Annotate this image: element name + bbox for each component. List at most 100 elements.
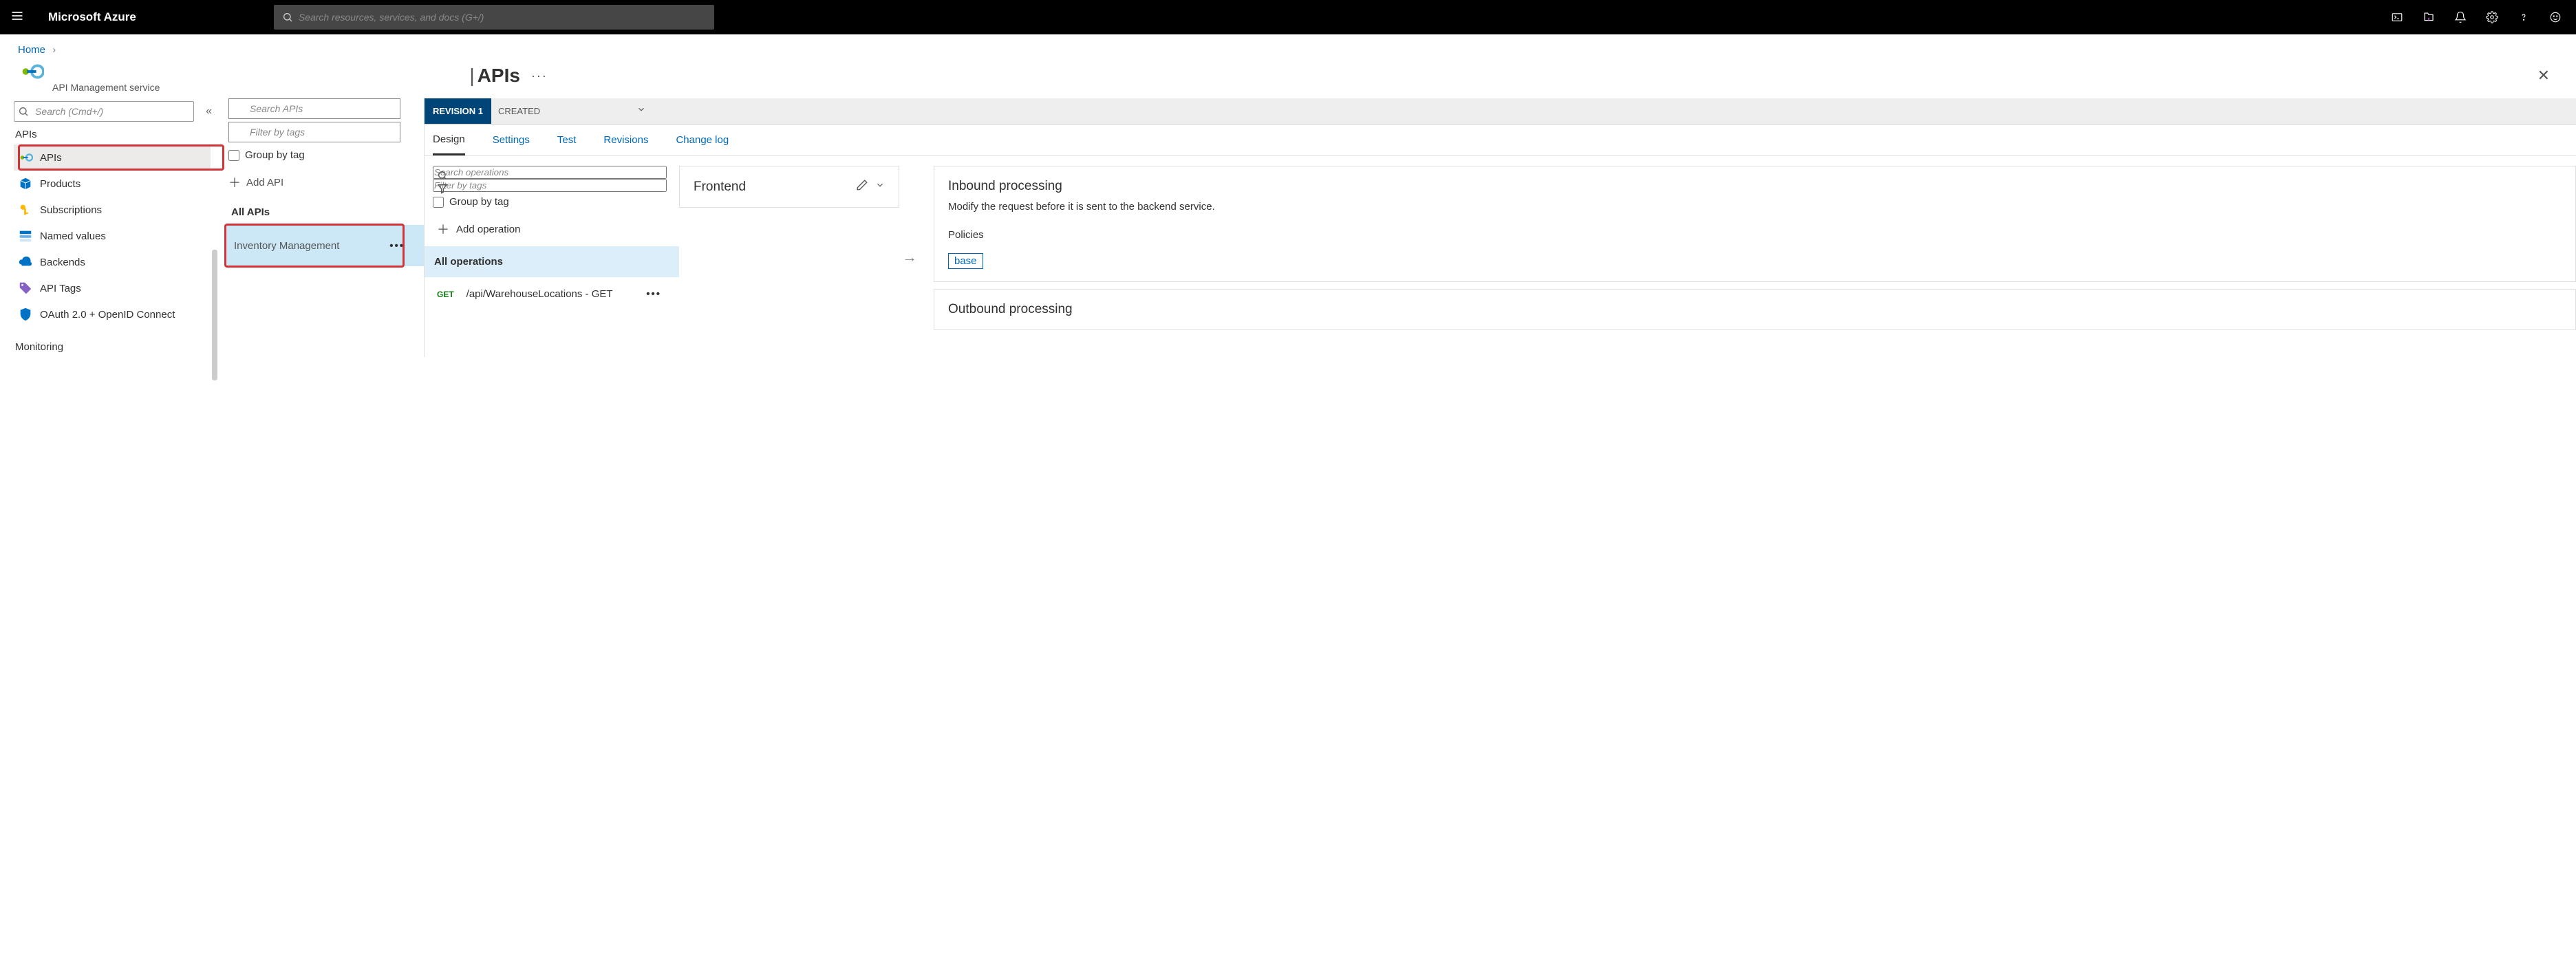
- products-icon: [18, 176, 33, 191]
- ops-group-by-tag-label: Group by tag: [449, 196, 509, 208]
- main-columns: « APIs APIs Products Subscriptions Named…: [0, 98, 2576, 357]
- inbound-title: Inbound processing: [948, 179, 2562, 194]
- search-apis-input[interactable]: [228, 98, 400, 119]
- nav-item-label: APIs: [40, 152, 62, 164]
- nav-item-label: API Tags: [40, 283, 81, 294]
- created-label: CREATED: [498, 106, 540, 116]
- all-apis-header[interactable]: All APIs: [231, 206, 424, 218]
- filter-icon: [437, 183, 448, 194]
- operation-row[interactable]: GET /api/WarehouseLocations - GET •••: [433, 277, 679, 311]
- api-icon: [18, 150, 33, 165]
- inbound-desc: Modify the request before it is sent to …: [948, 201, 2562, 213]
- notifications-icon[interactable]: [2454, 10, 2467, 24]
- tab-design[interactable]: Design: [433, 125, 465, 155]
- tab-revisions[interactable]: Revisions: [603, 125, 648, 155]
- operation-more-icon[interactable]: •••: [646, 288, 661, 300]
- policies-label: Policies: [948, 229, 2562, 241]
- topbar-icons: [2390, 10, 2576, 24]
- nav-section-monitoring: Monitoring: [15, 341, 224, 353]
- chevron-down-icon[interactable]: [875, 180, 885, 193]
- operations-column: Group by tag ＋ Add operation All operati…: [425, 166, 679, 330]
- highlight-box: [224, 224, 405, 268]
- breadcrumb: Home ›: [0, 34, 2576, 58]
- nav-item-named-values[interactable]: Named values: [14, 223, 211, 249]
- detail-body: Group by tag ＋ Add operation All operati…: [425, 156, 2576, 330]
- nav-item-products[interactable]: Products: [14, 171, 211, 197]
- inbound-panel: Inbound processing Modify the request be…: [934, 166, 2576, 282]
- scrollbar[interactable]: [212, 250, 217, 380]
- search-icon: [282, 12, 293, 23]
- apis-column: Group by tag ＋ Add API All APIs Inventor…: [224, 98, 424, 357]
- policy-base[interactable]: base: [948, 253, 983, 269]
- cloud-icon: [18, 255, 33, 270]
- group-by-tag-input[interactable]: [228, 150, 239, 161]
- shield-icon: [18, 307, 33, 322]
- plus-icon: ＋: [228, 173, 241, 191]
- search-operations-input[interactable]: [433, 166, 667, 179]
- revision-bar: REVISION 1 CREATED: [425, 98, 2576, 125]
- key-icon: [18, 202, 33, 217]
- search-icon: [18, 106, 29, 117]
- nav-item-backends[interactable]: Backends: [14, 249, 211, 275]
- ops-group-by-tag-input[interactable]: [433, 197, 444, 208]
- all-operations-row[interactable]: All operations: [425, 246, 679, 277]
- arrow-right-icon: →: [899, 166, 920, 330]
- outbound-panel: Outbound processing: [934, 289, 2576, 330]
- revision-badge[interactable]: REVISION 1: [425, 98, 491, 124]
- tab-settings[interactable]: Settings: [493, 125, 530, 155]
- settings-icon[interactable]: [2485, 10, 2499, 24]
- close-icon[interactable]: ✕: [2529, 63, 2558, 89]
- tag-icon: [18, 281, 33, 296]
- nav-item-subscriptions[interactable]: Subscriptions: [14, 197, 211, 223]
- global-search-input[interactable]: [299, 12, 706, 23]
- cloud-shell-icon[interactable]: [2390, 10, 2404, 24]
- operation-verb: GET: [437, 290, 454, 299]
- service-icon: [18, 58, 44, 85]
- tab-changelog[interactable]: Change log: [676, 125, 729, 155]
- frontend-panel: Frontend: [679, 166, 899, 208]
- nav-item-label: Subscriptions: [40, 204, 102, 216]
- nav-item-api-tags[interactable]: API Tags: [14, 275, 211, 301]
- breadcrumb-home[interactable]: Home: [18, 44, 45, 56]
- nav-item-label: OAuth 2.0 + OpenID Connect: [40, 309, 175, 321]
- ops-group-by-tag-checkbox[interactable]: Group by tag: [433, 196, 679, 208]
- help-icon[interactable]: [2517, 10, 2531, 24]
- tab-test[interactable]: Test: [557, 125, 577, 155]
- detail-column: REVISION 1 CREATED Design Settings Test …: [424, 98, 2576, 357]
- add-operation-button[interactable]: ＋ Add operation: [437, 220, 679, 238]
- operation-name: /api/WarehouseLocations - GET: [466, 288, 613, 300]
- edit-icon[interactable]: [856, 179, 868, 195]
- title-separator: |: [469, 65, 474, 87]
- service-header: API Management service | APIs ··· ✕: [0, 58, 2576, 98]
- chevron-down-icon[interactable]: [636, 105, 646, 118]
- chevron-right-icon: ›: [52, 44, 56, 56]
- nav-item-label: Backends: [40, 257, 85, 268]
- global-search[interactable]: [274, 5, 714, 30]
- add-api-label: Add API: [246, 177, 283, 188]
- left-nav: « APIs APIs Products Subscriptions Named…: [0, 98, 224, 357]
- add-api-button[interactable]: ＋ Add API: [228, 173, 424, 191]
- grid-icon: [18, 228, 33, 244]
- nav-item-label: Products: [40, 178, 80, 190]
- more-actions-icon[interactable]: ···: [531, 69, 548, 83]
- group-by-tag-label: Group by tag: [245, 149, 305, 161]
- nav-search-input[interactable]: [14, 101, 194, 122]
- outbound-title: Outbound processing: [948, 302, 2562, 317]
- service-subtitle: API Management service: [52, 82, 160, 93]
- brand-label: Microsoft Azure: [34, 10, 150, 24]
- filter-ops-input[interactable]: [433, 179, 667, 192]
- filter-tags-input[interactable]: [228, 122, 400, 142]
- collapse-nav-icon[interactable]: «: [206, 105, 212, 118]
- nav-item-oauth[interactable]: OAuth 2.0 + OpenID Connect: [14, 301, 211, 327]
- group-by-tag-checkbox[interactable]: Group by tag: [228, 149, 424, 161]
- nav-section-apis: APIs: [15, 129, 224, 140]
- page-title: APIs: [477, 65, 520, 87]
- plus-icon: ＋: [437, 220, 449, 238]
- add-operation-label: Add operation: [456, 224, 520, 235]
- tabs: Design Settings Test Revisions Change lo…: [425, 125, 2576, 156]
- feedback-icon[interactable]: [2548, 10, 2562, 24]
- top-bar: Microsoft Azure: [0, 0, 2576, 34]
- nav-item-apis[interactable]: APIs: [14, 144, 211, 171]
- hamburger-menu[interactable]: [0, 9, 34, 26]
- directories-icon[interactable]: [2422, 10, 2436, 24]
